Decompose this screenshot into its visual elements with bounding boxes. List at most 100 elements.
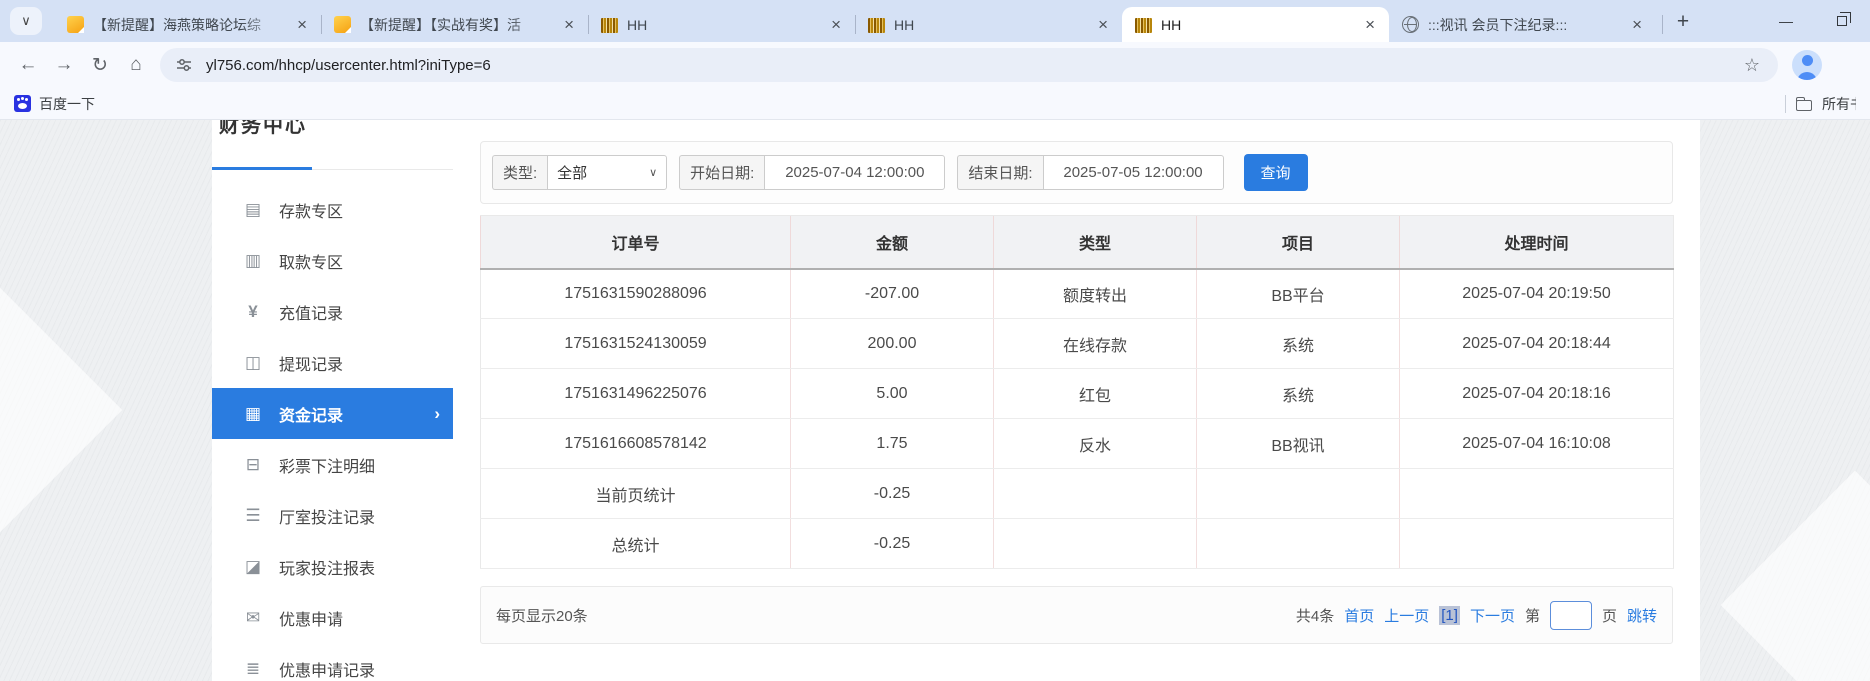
sidebar-item[interactable]: 提现记录 › bbox=[212, 337, 453, 388]
end-date-input[interactable] bbox=[1043, 155, 1224, 190]
prev-page-link[interactable]: 上一页 bbox=[1384, 605, 1429, 626]
close-icon[interactable]: × bbox=[560, 15, 578, 35]
reload-button[interactable]: ↻ bbox=[82, 47, 118, 83]
coupon-icon bbox=[242, 608, 264, 628]
ticket-icon bbox=[242, 455, 264, 475]
type-select[interactable]: 全部 ∨ bbox=[547, 155, 667, 190]
address-bar[interactable]: yl756.com/hhcp/usercenter.html?iniType=6… bbox=[160, 48, 1778, 82]
sidebar-item[interactable]: 存款专区 › bbox=[212, 184, 453, 235]
new-tab-button[interactable]: + bbox=[1669, 8, 1697, 36]
amount-cell: 200.00 bbox=[791, 319, 994, 369]
browser-tab[interactable]: HH × bbox=[855, 7, 1122, 42]
page-jump-input[interactable] bbox=[1550, 601, 1592, 630]
bank-card-icon bbox=[242, 200, 264, 220]
folder-icon bbox=[1796, 100, 1812, 111]
sidebar-item[interactable]: 取款专区 › bbox=[212, 235, 453, 286]
bookmarks-overflow: 所有书签 bbox=[1785, 94, 1856, 114]
jump-prefix-label: 第 bbox=[1525, 605, 1540, 626]
browser-tab[interactable]: HH × bbox=[588, 7, 855, 42]
globe-icon bbox=[1402, 16, 1419, 33]
tab-title: 【新提醒】【实战有奖】活 bbox=[360, 15, 556, 35]
sidebar-item[interactable]: 彩票下注明细 › bbox=[212, 439, 453, 490]
window-controls: — bbox=[1758, 0, 1870, 42]
jump-suffix-label: 页 bbox=[1602, 605, 1617, 626]
sidebar-item[interactable]: 优惠申请 › bbox=[212, 592, 453, 643]
project-cell: BB平台 bbox=[1197, 269, 1400, 319]
start-date-input[interactable] bbox=[764, 155, 945, 190]
tab-divider bbox=[1662, 15, 1663, 34]
next-page-link[interactable]: 下一页 bbox=[1470, 605, 1515, 626]
summary-row: 当前页统计 -0.25 bbox=[481, 469, 1674, 519]
all-bookmarks-label[interactable]: 所有书签 bbox=[1822, 94, 1856, 114]
browser-tab[interactable]: 【新提醒】【实战有奖】活 × bbox=[321, 7, 588, 42]
amount-cell: 1.75 bbox=[791, 419, 994, 469]
sidebar-item-label: 优惠申请 bbox=[279, 606, 343, 630]
type-select-value: 全部 bbox=[557, 162, 587, 183]
profile-avatar[interactable] bbox=[1792, 50, 1822, 80]
hall-list-icon bbox=[242, 506, 264, 526]
chevron-down-icon: ∨ bbox=[649, 166, 657, 179]
empty-cell bbox=[1400, 519, 1674, 569]
close-icon[interactable]: × bbox=[827, 15, 845, 35]
hh-gold-icon bbox=[868, 18, 885, 33]
amount-cell: 5.00 bbox=[791, 369, 994, 419]
type-label: 类型: bbox=[492, 155, 547, 190]
column-header: 处理时间 bbox=[1400, 216, 1674, 269]
back-button[interactable]: ← bbox=[10, 47, 46, 83]
content-panel: 财务中心 存款专区 › 取款专区 bbox=[212, 120, 1700, 681]
site-settings-icon[interactable] bbox=[176, 57, 192, 73]
summary-label-cell: 总统计 bbox=[481, 519, 791, 569]
table-row: 1751631496225076 5.00 红包 系统 2025-07-04 2… bbox=[481, 369, 1674, 419]
summary-amount-cell: -0.25 bbox=[791, 469, 994, 519]
amount-cell: -207.00 bbox=[791, 269, 994, 319]
jump-link[interactable]: 跳转 bbox=[1627, 605, 1657, 626]
sidebar: 财务中心 存款专区 › 取款专区 bbox=[212, 120, 453, 681]
sidebar-item[interactable]: 厅室投注记录 › bbox=[212, 490, 453, 541]
close-icon[interactable]: × bbox=[1094, 15, 1112, 35]
background-watermark bbox=[0, 283, 122, 538]
bookmark-star-icon[interactable]: ☆ bbox=[1738, 55, 1766, 76]
hand-money-icon bbox=[242, 251, 264, 271]
column-header: 项目 bbox=[1197, 216, 1400, 269]
sidebar-item[interactable]: 玩家投注报表 › bbox=[212, 541, 453, 592]
first-page-link[interactable]: 首页 bbox=[1344, 605, 1374, 626]
sidebar-item-label: 彩票下注明细 bbox=[279, 453, 375, 477]
forward-button[interactable]: → bbox=[46, 47, 82, 83]
order-id-cell: 1751631496225076 bbox=[481, 369, 791, 419]
bookmark-item[interactable]: 百度一下 bbox=[14, 94, 95, 114]
close-icon[interactable]: × bbox=[293, 15, 311, 35]
close-icon[interactable]: × bbox=[1628, 15, 1646, 35]
tab-title: :::视讯 会员下注纪录::: bbox=[1428, 15, 1624, 35]
tab-title: HH bbox=[894, 17, 1090, 33]
baidu-favicon-icon bbox=[14, 95, 31, 112]
summary-amount-cell: -0.25 bbox=[791, 519, 994, 569]
column-header: 类型 bbox=[994, 216, 1197, 269]
minimize-button[interactable]: — bbox=[1758, 0, 1814, 42]
browser-tab[interactable]: :::视讯 会员下注纪录::: × bbox=[1389, 7, 1656, 42]
wallet-icon bbox=[242, 353, 264, 373]
background-watermark bbox=[1721, 471, 1870, 681]
empty-cell bbox=[994, 469, 1197, 519]
close-icon[interactable]: × bbox=[1361, 15, 1379, 35]
sidebar-item[interactable]: 资金记录 › bbox=[212, 388, 453, 439]
sidebar-item-label: 厅室投注记录 bbox=[279, 504, 375, 528]
type-cell: 在线存款 bbox=[994, 319, 1197, 369]
chart-icon bbox=[242, 557, 264, 577]
type-cell: 反水 bbox=[994, 419, 1197, 469]
summary-row: 总统计 -0.25 bbox=[481, 519, 1674, 569]
time-cell: 2025-07-04 20:18:44 bbox=[1400, 319, 1674, 369]
page-content: 财务中心 存款专区 › 取款专区 bbox=[0, 120, 1870, 681]
query-button[interactable]: 查询 bbox=[1244, 154, 1308, 191]
sidebar-item[interactable]: 优惠申请记录 › bbox=[212, 643, 453, 681]
summary-label-cell: 当前页统计 bbox=[481, 469, 791, 519]
empty-cell bbox=[1197, 519, 1400, 569]
column-header: 金额 bbox=[791, 216, 994, 269]
sidebar-item[interactable]: 充值记录 › bbox=[212, 286, 453, 337]
sidebar-item-label: 存款专区 bbox=[279, 198, 343, 222]
browser-tab[interactable]: HH × bbox=[1122, 7, 1389, 42]
restore-button[interactable] bbox=[1814, 0, 1870, 42]
browser-tab[interactable]: 【新提醒】海燕策略论坛综 × bbox=[54, 7, 321, 42]
home-button[interactable]: ⌂ bbox=[118, 47, 154, 83]
bookmarks-divider bbox=[1785, 95, 1786, 113]
tab-search-button[interactable]: ∨ bbox=[10, 7, 42, 35]
